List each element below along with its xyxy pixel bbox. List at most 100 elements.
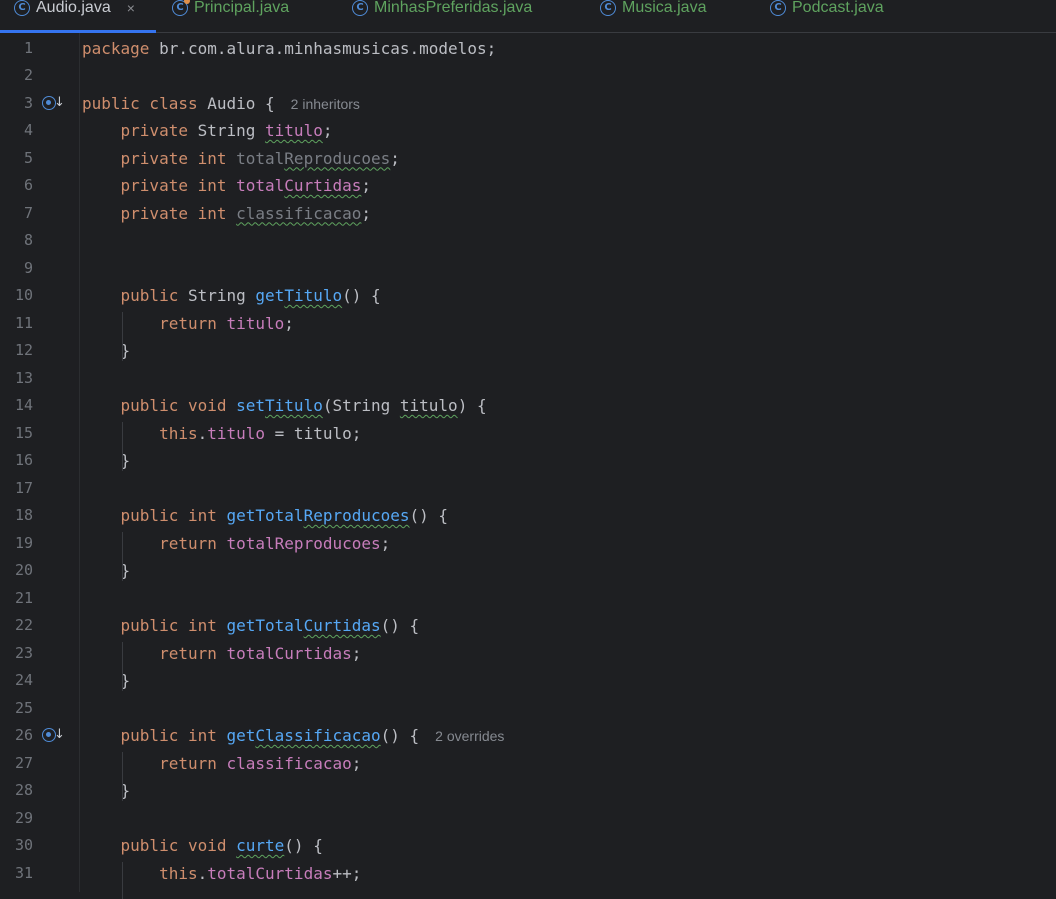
tab-podcast[interactable]: C Podcast.java [770,0,884,32]
code-token: ; [361,176,371,195]
code-token: Titulo [265,396,323,415]
code-token: this [82,864,198,883]
line-number: 3 [0,90,33,118]
code-line[interactable]: 27 return classificacao; [0,750,1056,778]
code-token: public int [82,616,227,635]
code-text: public class Audio {2 inheritors [82,90,360,119]
code-token: public [82,286,188,305]
line-number: 15 [0,420,33,448]
code-line[interactable]: 13 [0,365,1056,393]
code-token: String [188,286,255,305]
class-icon: C [352,0,368,16]
indent-guide [122,752,123,801]
code-line[interactable]: 29 [0,805,1056,833]
line-number: 13 [0,365,33,393]
code-text: private int totalCurtidas; [82,172,371,200]
code-line[interactable]: 2 [0,62,1056,90]
line-number: 2 [0,62,33,90]
code-line[interactable]: 21 [0,585,1056,613]
code-line[interactable]: 9 [0,255,1056,283]
indent-guide [122,312,123,361]
code-editor[interactable]: 1package br.com.alura.minhasmusicas.mode… [0,33,1056,892]
code-line[interactable]: 25 [0,695,1056,723]
code-line[interactable]: 11 return titulo; [0,310,1056,338]
line-number: 18 [0,502,33,530]
code-line[interactable]: 28 } [0,777,1056,805]
code-line[interactable]: 15 this.titulo = titulo; [0,420,1056,448]
code-token: Curtidas [284,176,361,195]
code-token: titulo [400,396,458,415]
code-line[interactable]: 10 public String getTitulo() { [0,282,1056,310]
line-number: 4 [0,117,33,145]
code-line[interactable]: 16 } [0,447,1056,475]
arrow-down-icon: ↓ [54,93,65,113]
line-number: 22 [0,612,33,640]
code-token: Reproducoes [284,149,390,168]
code-token: total [236,176,284,195]
code-token: ) { [458,396,487,415]
code-line[interactable]: 19 return totalReproducoes; [0,530,1056,558]
code-token: titulo [207,424,265,443]
code-token: this [82,424,198,443]
line-number: 10 [0,282,33,310]
code-line[interactable]: 20 } [0,557,1056,585]
tab-musica[interactable]: CMusica.java [600,0,706,32]
code-line[interactable]: 22 public int getTotalCurtidas() { [0,612,1056,640]
line-number: 25 [0,695,33,723]
line-number: 24 [0,667,33,695]
close-tab-icon[interactable]: × [127,0,135,16]
code-token: ; [352,754,362,773]
code-text: public void curte() { [82,832,323,860]
code-line[interactable]: 7 private int classificacao; [0,200,1056,228]
code-line[interactable]: 14 public void setTitulo(String titulo) … [0,392,1056,420]
code-line[interactable]: 26↓ public int getClassificacao() {2 ove… [0,722,1056,750]
code-token: get [227,726,256,745]
code-line[interactable]: 24 } [0,667,1056,695]
line-number: 6 [0,172,33,200]
code-line[interactable]: 18 public int getTotalReproducoes() { [0,502,1056,530]
code-token: Curtidas [304,616,381,635]
class-icon: C [14,0,30,16]
code-token: public int [82,726,227,745]
code-token: curte [236,836,284,855]
class-icon: C [770,0,786,16]
code-text: this.titulo = titulo; [82,420,361,448]
code-line[interactable]: 30 public void curte() { [0,832,1056,860]
code-line[interactable]: 31 this.totalCurtidas++; [0,860,1056,888]
indent-guide [122,532,123,581]
code-token: br.com.alura.minhasmusicas.modelos; [159,39,496,58]
tab-label: Podcast.java [792,0,884,16]
code-line[interactable]: 5 private int totalReproducoes; [0,145,1056,173]
code-text: public int getTotalReproducoes() { [82,502,448,530]
line-number: 7 [0,200,33,228]
inlay-hint[interactable]: 2 overrides [435,728,504,744]
code-token: () { [342,286,381,305]
code-line[interactable]: 3 ↓ public class Audio {2 inheritors [0,90,1056,118]
tab-minhaspreferidas[interactable]: CMinhasPreferidas.java [352,0,532,32]
code-line[interactable]: 17 [0,475,1056,503]
code-token: titulo [227,314,285,333]
code-text: public int getClassificacao() {2 overrid… [82,722,504,751]
code-token: titulo [265,121,323,140]
class-icon: C [600,0,616,16]
tab-label: Principal.java [194,0,289,16]
code-token: ; [323,121,333,140]
code-token: (String [323,396,400,415]
inlay-hint[interactable]: 2 inheritors [291,96,360,112]
code-line[interactable]: 4 private String titulo; [0,117,1056,145]
indent-guide [122,642,123,691]
tab-audio[interactable]: CAudio.java× [14,0,135,32]
tab-principal[interactable]: CPrincipal.java [172,0,289,32]
code-text: public String getTitulo() { [82,282,381,310]
code-token: ; [352,644,362,663]
code-line[interactable]: 8 [0,227,1056,255]
line-number: 20 [0,557,33,585]
code-line[interactable]: 1package br.com.alura.minhasmusicas.mode… [0,35,1056,63]
code-line[interactable]: 12 } [0,337,1056,365]
code-token: ++; [332,864,361,883]
code-token: classificacao [227,754,352,773]
code-token: totalCurtidas [227,644,352,663]
code-line[interactable]: 23 return totalCurtidas; [0,640,1056,668]
code-line[interactable]: 6 private int totalCurtidas; [0,172,1056,200]
line-number: 1 [0,35,33,63]
